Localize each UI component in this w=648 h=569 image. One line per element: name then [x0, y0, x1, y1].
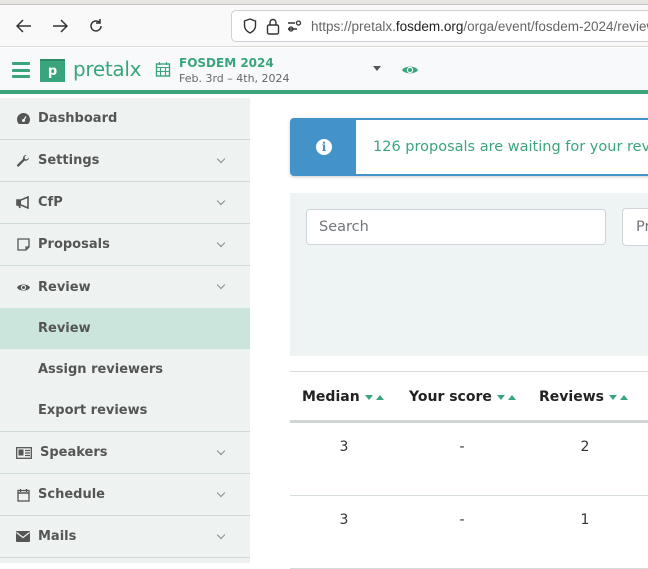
sidebar-item-label: Review: [38, 279, 91, 295]
wrench-icon: [15, 154, 31, 168]
sort-controls: [608, 394, 628, 400]
eye-icon[interactable]: [401, 63, 419, 77]
calendar-icon: [15, 488, 31, 502]
median-cell: 3: [339, 439, 349, 455]
proposal-state-select[interactable]: Proposal state: [622, 208, 648, 246]
reviews-cell: 2: [580, 439, 590, 455]
sidebar-subitem-export-reviews[interactable]: Export reviews: [0, 390, 250, 431]
forward-button[interactable]: [47, 13, 73, 39]
info-icon: i: [316, 139, 332, 155]
sidebar-subitem-review[interactable]: Review: [0, 308, 250, 349]
chevron-down-icon[interactable]: [216, 154, 226, 164]
info-alert: i 126 proposals are waiting for your rev…: [290, 118, 648, 176]
sidebar-item-settings[interactable]: Settings: [0, 140, 250, 182]
sidebar-item-label: Schedule: [38, 487, 105, 502]
sidebar-item-label: Proposals: [38, 237, 110, 252]
sidebar-subitem-label: Export reviews: [38, 403, 148, 418]
sidebar-item-mails[interactable]: Mails: [0, 516, 250, 558]
filter-panel: Proposal state: [290, 193, 648, 356]
column-header-median[interactable]: Median: [302, 389, 384, 405]
chevron-down-icon[interactable]: [216, 238, 226, 248]
search-input[interactable]: [306, 209, 606, 245]
chevron-down-icon[interactable]: [216, 530, 226, 540]
sort-ascending-icon[interactable]: [619, 394, 628, 400]
chevron-down-icon[interactable]: [216, 446, 226, 456]
shield-icon[interactable]: [242, 16, 258, 36]
hamburger-icon: [12, 62, 30, 65]
sidebar-item-label: Mails: [38, 529, 77, 544]
reload-button[interactable]: [83, 13, 109, 39]
sidebar-subitem-label: Assign reviewers: [38, 362, 164, 377]
chevron-down-icon[interactable]: [216, 196, 226, 206]
sidebar-item-dashboard[interactable]: Dashboard: [0, 98, 250, 140]
event-date: Feb. 3rd – 4th, 2024: [179, 72, 290, 85]
review-table: Median Your score Reviews 3 - 2 3 - 1: [290, 371, 648, 569]
url-text[interactable]: https://pretalx.fosdem.org/orga/event/fo…: [311, 19, 648, 34]
sidebar-item-cfp[interactable]: CfP: [0, 182, 250, 224]
chevron-down-icon[interactable]: [216, 488, 226, 498]
pretalx-logo-icon[interactable]: p: [40, 59, 65, 82]
column-header-reviews[interactable]: Reviews: [539, 389, 628, 405]
id-card-icon: [15, 446, 32, 460]
url-bar[interactable]: https://pretalx.fosdem.org/orga/event/fo…: [231, 10, 648, 42]
table-header: Median Your score Reviews: [290, 371, 648, 423]
column-header-your-score[interactable]: Your score: [409, 389, 516, 405]
reload-icon: [90, 19, 102, 32]
review-group: Review Review Assign reviewers Export re…: [0, 266, 250, 432]
event-dropdown-caret-icon[interactable]: [373, 66, 381, 71]
your-score-cell: -: [459, 439, 465, 455]
sidebar-item-label: Settings: [38, 153, 100, 168]
app-header: p pretalx FOSDEM 2024 Feb. 3rd – 4th, 20…: [0, 48, 648, 94]
main-content: i 126 proposals are waiting for your rev…: [250, 98, 648, 569]
sidebar-subitem-assign-reviewers[interactable]: Assign reviewers: [0, 349, 250, 390]
table-row[interactable]: 3 - 2: [290, 423, 648, 496]
your-score-cell: -: [459, 512, 465, 528]
eye-icon: [15, 280, 31, 294]
reviews-cell: 1: [580, 512, 590, 528]
sidebar-item-label: CfP: [38, 195, 63, 210]
median-cell: 3: [339, 512, 349, 528]
sidebar-item-label: Dashboard: [38, 111, 118, 126]
alert-icon-box: i: [292, 120, 356, 174]
lock-icon[interactable]: [264, 16, 280, 36]
table-row[interactable]: 3 - 1: [290, 496, 648, 569]
sidebar-item-review[interactable]: Review: [0, 266, 250, 308]
sort-controls: [496, 394, 516, 400]
sort-descending-icon[interactable]: [496, 394, 505, 400]
envelope-icon: [15, 530, 31, 544]
sort-descending-icon[interactable]: [364, 394, 373, 400]
browser-toolbar: https://pretalx.fosdem.org/orga/event/fo…: [0, 5, 648, 47]
sort-descending-icon[interactable]: [608, 394, 617, 400]
sidebar-item-schedule[interactable]: Schedule: [0, 474, 250, 516]
menu-toggle-button[interactable]: [12, 62, 30, 78]
bullhorn-icon: [15, 196, 31, 210]
sidebar-item-speakers[interactable]: Speakers: [0, 432, 250, 474]
dashboard-icon: [15, 112, 31, 126]
logo-text[interactable]: pretalx: [73, 57, 141, 81]
alert-message[interactable]: 126 proposals are waiting for your revie…: [356, 120, 648, 174]
sidebar: Dashboard Settings CfP Proposals Review …: [0, 98, 250, 563]
sidebar-subitem-label: Review: [38, 321, 91, 336]
permissions-icon[interactable]: [287, 16, 303, 36]
calendar-icon: [155, 62, 171, 77]
sort-controls: [364, 394, 384, 400]
sticky-note-icon: [15, 238, 31, 252]
sidebar-item-proposals[interactable]: Proposals: [0, 224, 250, 266]
back-button[interactable]: [11, 13, 37, 39]
event-name[interactable]: FOSDEM 2024: [179, 56, 274, 70]
sidebar-item-label: Speakers: [40, 445, 108, 460]
sort-ascending-icon[interactable]: [375, 394, 384, 400]
chevron-down-icon[interactable]: [216, 280, 226, 290]
sort-ascending-icon[interactable]: [507, 394, 516, 400]
arrow-left-icon: [16, 19, 31, 33]
arrow-right-icon: [53, 19, 68, 33]
